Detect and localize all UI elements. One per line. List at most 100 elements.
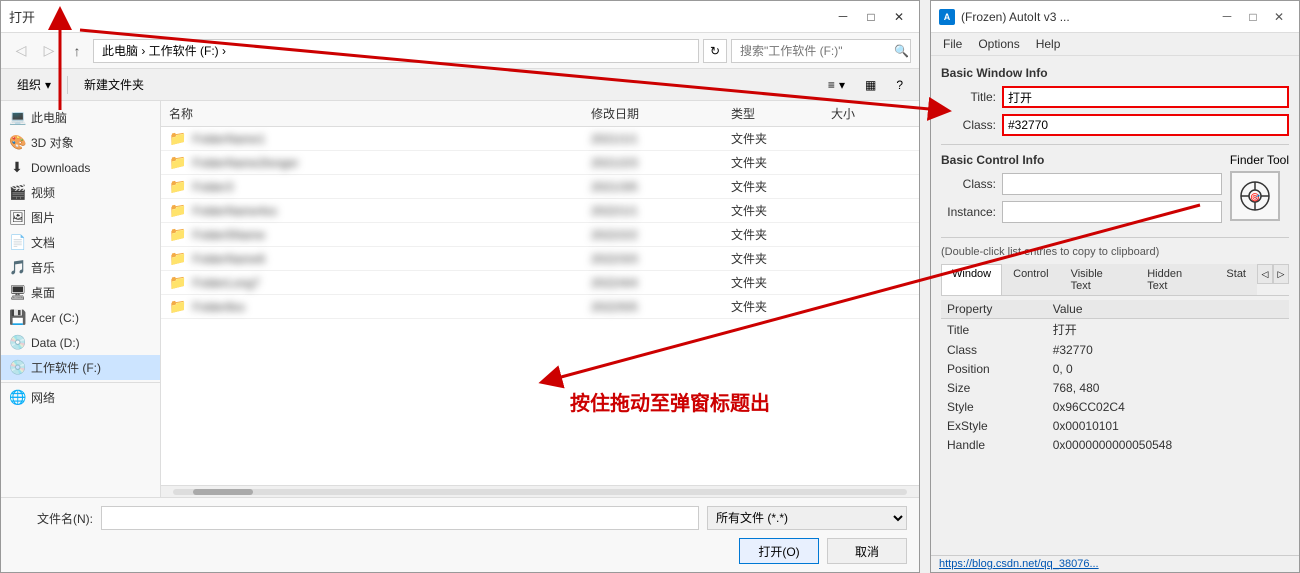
search-wrapper: 🔍: [731, 39, 911, 63]
prop-exstyle-val: 0x00010101: [1047, 417, 1289, 436]
file-name-text: Folder3: [192, 180, 233, 194]
file-row[interactable]: 📁 FolderName2longer 2021/2/3 文件夹: [161, 151, 919, 175]
control-info-section: Basic Control Info Class: Instance: Find…: [941, 153, 1289, 229]
table-row[interactable]: Class #32770: [941, 341, 1289, 360]
nav-item-pictures[interactable]: 🖼 图片: [1, 205, 160, 230]
file-row[interactable]: 📁 FolderName1 2021/1/1 文件夹: [161, 127, 919, 151]
autoit-maximize-button[interactable]: □: [1241, 5, 1265, 29]
autoit-titlebar: A (Frozen) AutoIt v3 ... － □ ✕: [931, 1, 1299, 33]
view-icon-button[interactable]: ≡ ▾: [820, 73, 853, 97]
col-date[interactable]: 修改日期: [591, 105, 731, 122]
autoit-body: Basic Window Info Title: Class: Basic Co…: [931, 56, 1299, 555]
search-input[interactable]: [731, 39, 911, 63]
nav-item-d-drive[interactable]: 💿 Data (D:): [1, 330, 160, 355]
file-row[interactable]: 📁 Folder3 2021/3/5 文件夹: [161, 175, 919, 199]
autoit-minimize-button[interactable]: －: [1215, 5, 1239, 29]
col-size[interactable]: 大小: [831, 105, 911, 122]
menu-options[interactable]: Options: [970, 35, 1027, 53]
close-button[interactable]: ✕: [887, 5, 911, 29]
control-class-field[interactable]: [1002, 173, 1222, 195]
organize-button[interactable]: 组织 ▾: [9, 73, 59, 97]
table-row[interactable]: Handle 0x0000000000050548: [941, 436, 1289, 455]
nav-item-f-drive[interactable]: 💿 工作软件 (F:): [1, 355, 160, 380]
tab-nav-left[interactable]: ◁: [1257, 264, 1273, 284]
maximize-button[interactable]: □: [859, 5, 883, 29]
toolbar: 组织 ▾ 新建文件夹 ≡ ▾ ▦ ?: [1, 69, 919, 101]
nav-item-c-drive[interactable]: 💾 Acer (C:): [1, 305, 160, 330]
col-name[interactable]: 名称: [169, 105, 591, 122]
file-name-cell: 📁 Folder3: [169, 178, 591, 195]
organize-arrow: ▾: [45, 78, 51, 92]
nav-item-music[interactable]: 🎵 音乐: [1, 255, 160, 280]
file-name-cell: 📁 FolderName1: [169, 130, 591, 147]
file-row[interactable]: 📁 FolderLong7 2022/4/4 文件夹: [161, 271, 919, 295]
file-row[interactable]: 📁 Folder5Name 2022/2/2 文件夹: [161, 223, 919, 247]
folder-icon: 📁: [169, 274, 186, 291]
folder-icon: 📁: [169, 202, 186, 219]
control-instance-field[interactable]: [1002, 201, 1222, 223]
address-input[interactable]: [93, 39, 699, 63]
autoit-icon: A: [939, 9, 955, 25]
organize-label: 组织: [17, 76, 41, 93]
layout-button[interactable]: ▦: [857, 73, 884, 97]
prop-handle-val: 0x0000000000050548: [1047, 436, 1289, 455]
nav-item-network[interactable]: 🌐 网络: [1, 385, 160, 410]
class-field[interactable]: [1002, 114, 1289, 136]
back-button[interactable]: ◁: [9, 39, 33, 63]
refresh-button[interactable]: ↻: [703, 39, 727, 63]
filename-input[interactable]: [101, 506, 699, 530]
table-row[interactable]: Size 768, 480: [941, 379, 1289, 398]
new-folder-button[interactable]: 新建文件夹: [76, 73, 152, 97]
nav-item-videos[interactable]: 🎬 视频: [1, 180, 160, 205]
forward-button[interactable]: ▷: [37, 39, 61, 63]
prop-size-val: 768, 480: [1047, 379, 1289, 398]
finder-tool-button[interactable]: 🎯: [1230, 171, 1280, 221]
autoit-statusbar[interactable]: https://blog.csdn.net/qq_38076...: [931, 555, 1299, 572]
tab-window[interactable]: Window: [941, 264, 1002, 295]
nav-item-downloads[interactable]: ⬇ Downloads: [1, 155, 160, 180]
horizontal-scrollbar[interactable]: [161, 485, 919, 497]
tab-nav: ◁ ▷: [1257, 264, 1289, 295]
tab-nav-right[interactable]: ▷: [1273, 264, 1289, 284]
file-row[interactable]: 📁 FolderName4xx 2022/1/1 文件夹: [161, 199, 919, 223]
file-name-text: Folder5Name: [192, 228, 265, 242]
tab-control[interactable]: Control: [1002, 264, 1059, 295]
table-row[interactable]: Position 0, 0: [941, 360, 1289, 379]
nav-label-documents: 文档: [31, 234, 55, 251]
tab-visible-text[interactable]: Visible Text: [1060, 264, 1137, 295]
prop-class-val: #32770: [1047, 341, 1289, 360]
nav-item-3d[interactable]: 🎨 3D 对象: [1, 130, 160, 155]
tabs-row: Window Control Visible Text Hidden Text …: [941, 264, 1289, 296]
col-type[interactable]: 类型: [731, 105, 831, 122]
filetype-select[interactable]: 所有文件 (*.*): [707, 506, 907, 530]
table-row[interactable]: Title 打开: [941, 319, 1289, 341]
search-icon[interactable]: 🔍: [894, 44, 909, 58]
file-date: 2022/4/4: [591, 276, 731, 290]
file-row[interactable]: 📁 Folder8xx 2022/5/5 文件夹: [161, 295, 919, 319]
minimize-button[interactable]: －: [831, 5, 855, 29]
table-row[interactable]: Style 0x96CC02C4: [941, 398, 1289, 417]
menu-help[interactable]: Help: [1028, 35, 1069, 53]
prop-handle-key: Handle: [941, 436, 1047, 455]
up-button[interactable]: ↑: [65, 39, 89, 63]
control-info-right: Finder Tool 🎯: [1230, 153, 1289, 221]
file-type: 文件夹: [731, 298, 831, 315]
prop-title-val: 打开: [1047, 319, 1289, 341]
table-row[interactable]: ExStyle 0x00010101: [941, 417, 1289, 436]
open-button[interactable]: 打开(O): [739, 538, 819, 564]
nav-item-computer[interactable]: 💻 此电脑: [1, 105, 160, 130]
file-date: 2022/3/3: [591, 252, 731, 266]
tab-hidden-text[interactable]: Hidden Text: [1136, 264, 1215, 295]
nav-item-desktop[interactable]: 🖥 桌面: [1, 280, 160, 305]
cancel-button[interactable]: 取消: [827, 538, 907, 564]
menu-file[interactable]: File: [935, 35, 970, 53]
file-list: 📁 FolderName1 2021/1/1 文件夹 📁 FolderName2…: [161, 127, 919, 485]
file-row[interactable]: 📁 FolderName6 2022/3/3 文件夹: [161, 247, 919, 271]
nav-item-documents[interactable]: 📄 文档: [1, 230, 160, 255]
autoit-close-button[interactable]: ✕: [1267, 5, 1291, 29]
help-button[interactable]: ?: [888, 73, 911, 97]
filename-label: 文件名(N):: [13, 510, 93, 527]
tab-stat[interactable]: Stat: [1215, 264, 1257, 295]
title-field[interactable]: [1002, 86, 1289, 108]
file-open-dialog: 打开 － □ ✕ ◁ ▷ ↑ ↻ 🔍 组织 ▾ 新建文件夹 ≡ ▾: [0, 0, 920, 573]
